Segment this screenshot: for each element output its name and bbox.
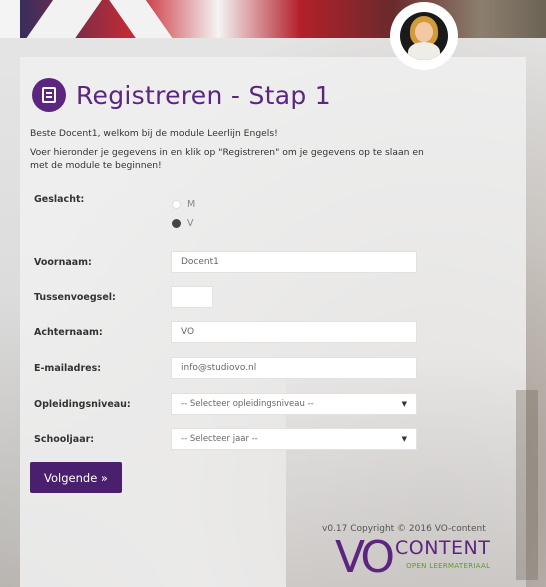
gender-option-m-label: M bbox=[187, 199, 196, 210]
intro-welcome: Beste Docent1, welkom bij de module Leer… bbox=[30, 128, 278, 139]
level-label: Opleidingsniveau: bbox=[34, 399, 131, 410]
user-avatar bbox=[390, 2, 458, 70]
vo-content-logo: VO CONTENT OPEN LEERMATERIAAL bbox=[335, 532, 491, 583]
radio-m[interactable] bbox=[172, 200, 181, 209]
level-select[interactable]: -- Selecteer opleidingsniveau -- ▼ bbox=[171, 393, 417, 415]
year-select-value: -- Selecteer jaar -- bbox=[181, 434, 258, 444]
chevron-down-icon: ▼ bbox=[401, 400, 407, 408]
page-header: Registreren - Stap 1 bbox=[32, 78, 331, 112]
gender-option-v-label: V bbox=[187, 218, 194, 229]
logo-subtitle: OPEN LEERMATERIAAL bbox=[406, 562, 491, 570]
gender-option-m[interactable]: M bbox=[172, 199, 195, 210]
infix-label: Tussenvoegsel: bbox=[34, 292, 116, 303]
firstname-label: Voornaam: bbox=[34, 257, 92, 268]
email-label: E-mailadres: bbox=[34, 363, 102, 374]
lastname-input[interactable]: VO bbox=[171, 321, 417, 343]
intro-instructions: Voer hieronder je gegevens in en klik op… bbox=[30, 147, 424, 171]
firstname-input[interactable]: Docent1 bbox=[171, 251, 417, 273]
chevron-down-icon: ▼ bbox=[401, 435, 407, 443]
page-title: Registreren - Stap 1 bbox=[76, 80, 331, 110]
register-form-icon bbox=[32, 78, 66, 112]
logo-content: CONTENT bbox=[394, 537, 491, 559]
email-input[interactable]: info@studiovo.nl bbox=[171, 357, 417, 379]
year-select[interactable]: -- Selecteer jaar -- ▼ bbox=[171, 428, 417, 450]
lastname-label: Achternaam: bbox=[34, 327, 103, 338]
intro-text: Beste Docent1, welkom bij de module Leer… bbox=[30, 127, 430, 178]
level-select-value: -- Selecteer opleidingsniveau -- bbox=[181, 399, 314, 409]
header-banner bbox=[0, 0, 546, 38]
infix-input[interactable] bbox=[171, 286, 213, 308]
next-button[interactable]: Volgende » bbox=[30, 462, 122, 493]
gender-option-v[interactable]: V bbox=[172, 218, 194, 229]
gender-label: Geslacht: bbox=[34, 194, 85, 205]
background-tower bbox=[516, 390, 538, 580]
logo-vo: VO bbox=[335, 532, 395, 583]
radio-v[interactable] bbox=[172, 219, 181, 228]
year-label: Schooljaar: bbox=[34, 434, 95, 445]
